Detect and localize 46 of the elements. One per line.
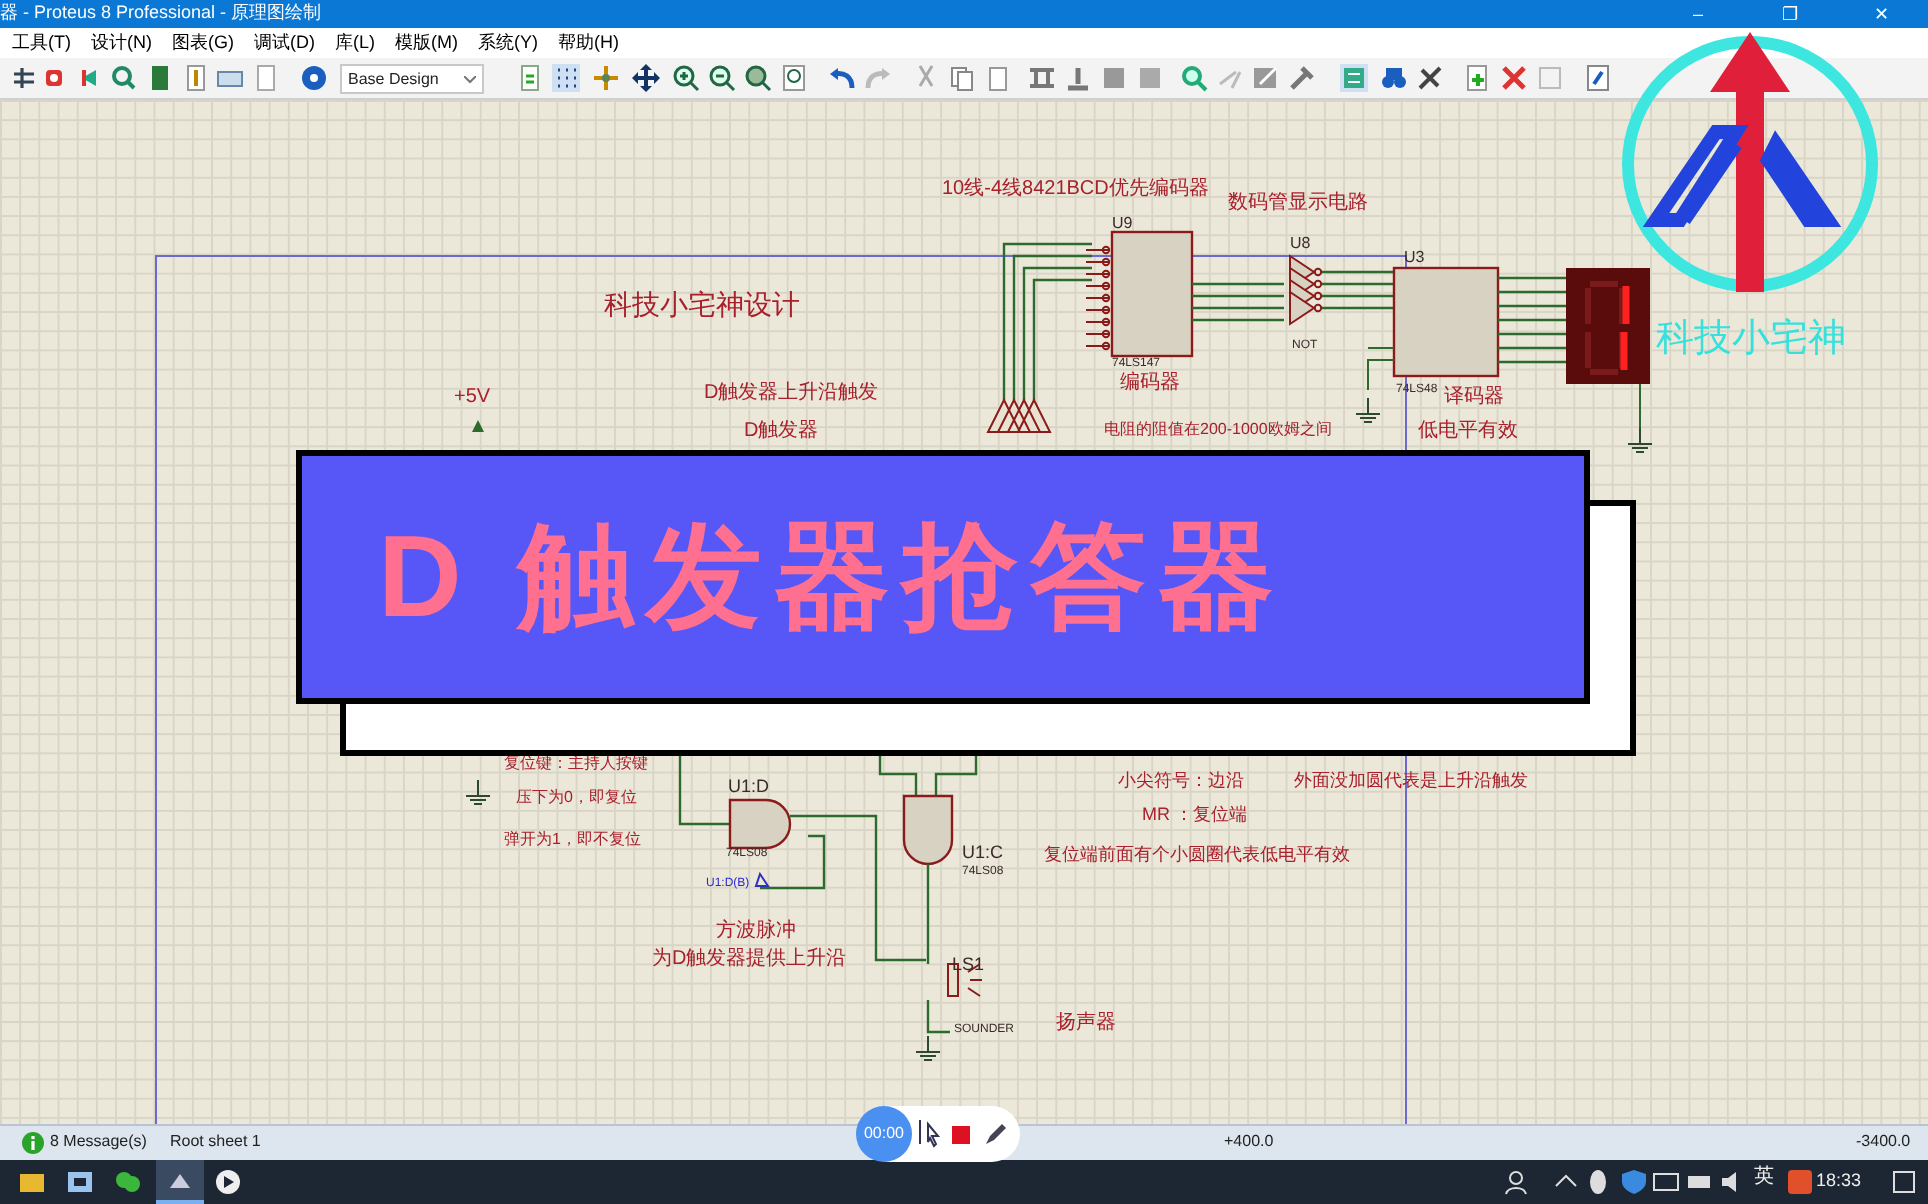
schematic-label: 数码管显示电路 [1228,194,1368,214]
schematic-label: 为D触发器提供上升沿 [652,950,847,970]
menu-item[interactable]: 系统(Y) [478,29,538,57]
x-coordinate: +400.0 [1224,1134,1274,1150]
banner-title: D 触发器抢答器 [378,510,1286,646]
schematic-label: 压下为0，即复位 [516,790,637,806]
schematic-label: 低电平有效 [1418,422,1518,442]
schematic-label: 扬声器 [1056,1014,1116,1034]
schematic-label: MR ：复位端 [1142,806,1247,824]
schematic-label: 复位键：主持人按键 [504,756,648,772]
schematic-label: U9 [1112,216,1133,232]
schematic-label: 译码器 [1444,388,1504,408]
schematic-label: 电阻的阻值在200-1000欧姆之间 [1104,422,1332,438]
design-dropdown[interactable]: Base Design [340,64,484,94]
schematic-label: 10线-4线8421BCD优先编码器 [942,180,1209,200]
menu-item[interactable]: 工具(T) [12,29,71,57]
schematic-label: D触发器上升沿触发 [704,384,879,404]
schematic-label: 弹开为1，即不复位 [504,832,641,848]
y-coordinate: -3400.0 [1856,1134,1911,1150]
schematic-label: 科技小宅神设计 [604,290,800,318]
schematic-label: U1:C [962,844,1004,862]
schematic-label: +5V [454,388,491,408]
menu-item[interactable]: 库(L) [335,29,375,57]
sheet-name: Root sheet 1 [170,1134,261,1150]
schematic-label: U3 [1404,250,1425,266]
window-title: 器 - Proteus 8 Professional - 原理图绘制 [0,0,324,27]
menu-item[interactable]: 帮助(H) [558,29,619,57]
schematic-label: D触发器 [744,422,819,442]
menu-item[interactable]: 调试(D) [254,29,315,57]
menu-item[interactable]: 图表(G) [172,29,234,57]
restore-button[interactable]: ❐ [1744,0,1836,28]
schematic-label: 方波脉冲 [716,922,796,942]
schematic-label: U8 [1290,236,1311,252]
minimize-button[interactable]: – [1652,0,1744,28]
logo-text: 科技小宅神 [1656,320,1846,358]
schematic-label: 复位端前面有个小圆圈代表低电平有效 [1044,846,1350,864]
schematic-label: 编码器 [1120,374,1180,394]
clock[interactable]: 18:33 [1816,1172,1862,1190]
menu-item[interactable]: 模版(M) [395,29,458,57]
schematic-label: U1:D [728,778,770,796]
input-method-indicator[interactable]: 英 [1754,1168,1774,1188]
menu-item[interactable]: 设计(N) [91,29,152,57]
schematic-label: 小尖符号：边沿 [1118,772,1244,790]
schematic-label: LS1 [952,956,985,974]
message-count: 8 Message(s) [50,1134,147,1150]
close-button[interactable]: ✕ [1836,0,1928,28]
